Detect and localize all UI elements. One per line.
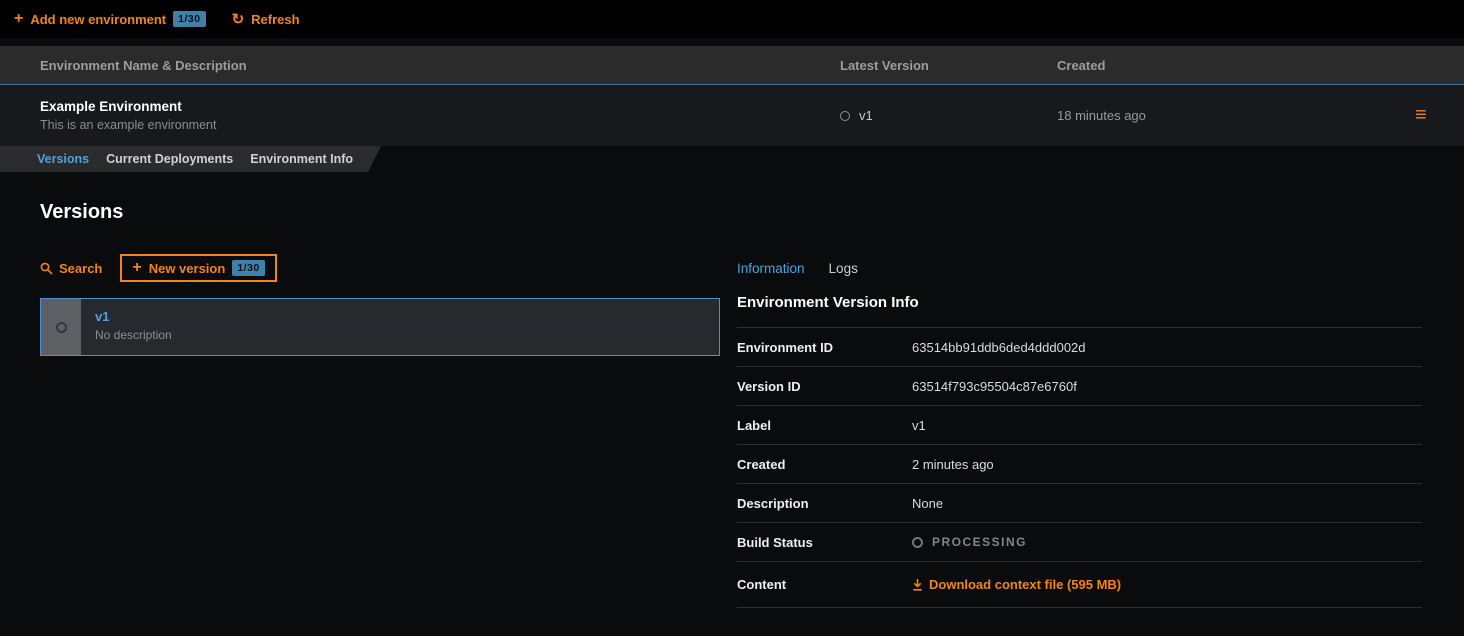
info-label: Label	[737, 418, 912, 433]
version-list-item[interactable]: v1 No description	[40, 298, 720, 356]
info-label: Environment ID	[737, 340, 912, 355]
tab-information[interactable]: Information	[737, 261, 805, 276]
info-label: Created	[737, 457, 912, 472]
info-row-version-id: Version ID 63514f793c95504c87e6760f	[737, 367, 1422, 406]
info-row-environment-id: Environment ID 63514bb91ddb6ded4ddd002d	[737, 328, 1422, 367]
header-name-description: Environment Name & Description	[40, 58, 840, 73]
download-context-file-link[interactable]: Download context file (595 MB)	[912, 577, 1422, 592]
environment-quota-badge: 1/30	[173, 11, 205, 27]
environment-row[interactable]: Example Environment This is an example e…	[0, 84, 1464, 146]
version-card-gutter	[41, 299, 81, 355]
environment-description: This is an example environment	[40, 118, 840, 132]
new-version-button[interactable]: + New version 1/30	[120, 254, 276, 282]
environment-name: Example Environment	[40, 99, 840, 114]
versions-actions-row: Search + New version 1/30	[40, 252, 720, 284]
info-panel-title: Environment Version Info	[737, 294, 1422, 328]
refresh-button[interactable]: ↻ Refresh	[232, 12, 300, 27]
info-value: None	[912, 496, 1422, 511]
version-quota-badge: 1/30	[232, 260, 264, 276]
environment-name-cell: Example Environment This is an example e…	[40, 99, 840, 132]
info-label: Description	[737, 496, 912, 511]
created-cell: 18 minutes ago	[1057, 108, 1415, 123]
info-row-build-status: Build Status PROCESSING	[737, 523, 1422, 562]
refresh-label: Refresh	[251, 12, 299, 27]
versions-section: Versions Search + New version 1/30	[0, 172, 1464, 608]
download-icon	[912, 578, 923, 591]
header-latest-version: Latest Version	[840, 58, 1057, 73]
info-label: Content	[737, 577, 912, 592]
info-row-label: Label v1	[737, 406, 1422, 445]
info-panel-tabs: Information Logs	[737, 252, 1422, 278]
toolbar: + Add new environment 1/30 ↻ Refresh	[0, 0, 1464, 38]
info-value: 63514f793c95504c87e6760f	[912, 379, 1422, 394]
info-row-content: Content Download context file (595 MB)	[737, 562, 1422, 608]
info-value: 63514bb91ddb6ded4ddd002d	[912, 340, 1422, 355]
info-value: v1	[912, 418, 1422, 433]
download-link-text: Download context file (595 MB)	[929, 577, 1121, 592]
refresh-icon: ↻	[232, 12, 245, 27]
row-menu-icon[interactable]: ≡	[1415, 104, 1427, 126]
version-item-description: No description	[95, 328, 172, 342]
add-new-environment-label: Add new environment	[30, 12, 166, 27]
tab-versions[interactable]: Versions	[37, 152, 89, 166]
latest-version-cell: v1	[840, 108, 1057, 123]
tab-logs[interactable]: Logs	[829, 261, 858, 276]
search-icon	[40, 262, 53, 275]
versions-list-column: Search + New version 1/30 v1 No descript…	[40, 252, 720, 356]
new-version-label: New version	[149, 261, 226, 276]
version-item-label: v1	[95, 309, 172, 324]
header-created: Created	[1057, 58, 1415, 73]
environment-row-tabs: Versions Current Deployments Environment…	[0, 146, 381, 172]
build-status-text: PROCESSING	[932, 535, 1027, 549]
tab-current-deployments[interactable]: Current Deployments	[106, 152, 233, 166]
build-status-badge: PROCESSING	[912, 535, 1422, 549]
info-label: Version ID	[737, 379, 912, 394]
info-label: Build Status	[737, 535, 912, 550]
latest-version-value: v1	[859, 108, 873, 123]
info-row-description: Description None	[737, 484, 1422, 523]
search-label: Search	[59, 261, 102, 276]
environments-table-header: Environment Name & Description Latest Ve…	[0, 46, 1464, 84]
tab-environment-info[interactable]: Environment Info	[250, 152, 353, 166]
info-row-created: Created 2 minutes ago	[737, 445, 1422, 484]
version-build-spinner-icon	[56, 322, 67, 333]
version-info-panel: Information Logs Environment Version Inf…	[737, 252, 1422, 608]
search-button[interactable]: Search	[40, 261, 102, 276]
page-title: Versions	[40, 200, 1422, 224]
plus-icon: +	[14, 11, 23, 27]
plus-icon: +	[132, 260, 141, 276]
processing-spinner-icon	[912, 537, 923, 548]
version-status-spinner-icon	[840, 111, 850, 121]
add-new-environment-button[interactable]: + Add new environment 1/30	[14, 11, 206, 27]
info-value: 2 minutes ago	[912, 457, 1422, 472]
